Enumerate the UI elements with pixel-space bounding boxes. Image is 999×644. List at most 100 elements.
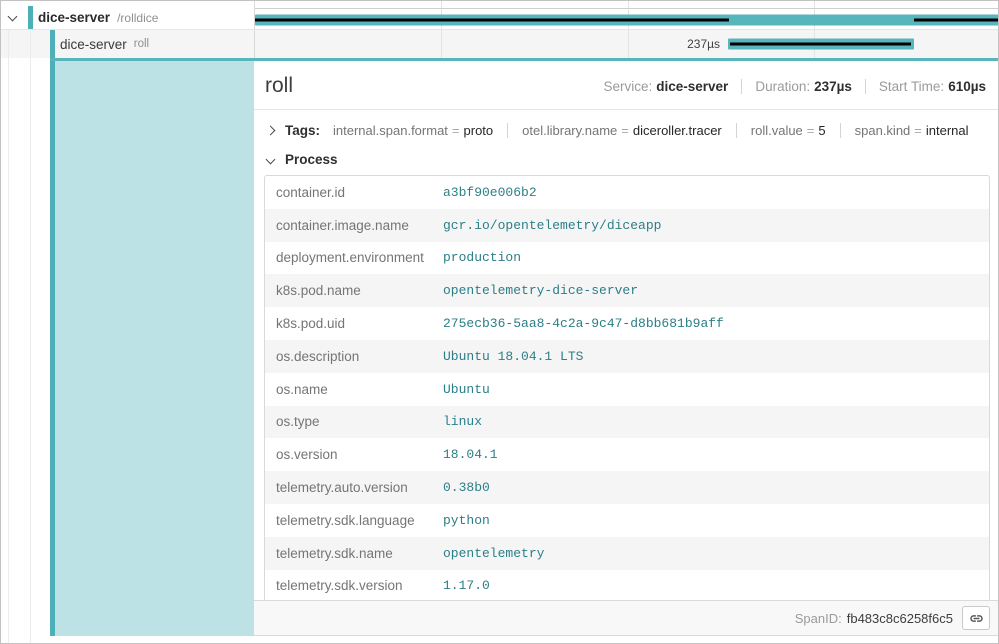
- process-label: Process: [285, 152, 338, 167]
- process-table-row: deployment.environment production: [265, 242, 989, 275]
- span-id-value: fb483c8c6258f6c5: [847, 611, 953, 626]
- process-table-row: os.type linux: [265, 406, 989, 439]
- process-key: os.version: [265, 438, 435, 471]
- indent-guide-line: [30, 30, 31, 644]
- tag-item: otel.library.name=diceroller.tracer: [507, 123, 722, 138]
- tag-item: internal.span.format=proto: [333, 123, 493, 138]
- process-accordion-header[interactable]: Process: [254, 138, 999, 167]
- process-value: Ubuntu: [435, 373, 989, 406]
- selected-span-color-column: [55, 61, 254, 636]
- process-key: os.name: [265, 373, 435, 406]
- process-key: k8s.pod.uid: [265, 307, 435, 340]
- process-key: telemetry.sdk.language: [265, 504, 435, 537]
- process-value: 0.38b0: [435, 471, 989, 504]
- process-table-row: os.name Ubuntu: [265, 373, 989, 406]
- process-value: 275ecb36-5aa8-4c2a-9c47-d8bb681b9aff: [435, 307, 989, 340]
- tag-key: roll.value: [751, 123, 803, 138]
- operation-name: /rolldice: [117, 11, 158, 25]
- chevron-down-icon[interactable]: [8, 12, 18, 22]
- process-value: 1.17.0: [435, 570, 989, 603]
- link-icon: [969, 611, 984, 626]
- process-table-row: telemetry.sdk.version 1.17.0: [265, 570, 989, 603]
- timeline-ruler: [255, 1, 999, 9]
- tag-equals: =: [803, 123, 819, 138]
- tag-equals: =: [617, 123, 633, 138]
- tag-equals: =: [910, 123, 926, 138]
- span-row-rolldice[interactable]: dice-server /rolldice: [1, 6, 254, 29]
- overview-item: Start Time: 610µs: [865, 79, 986, 94]
- row-divider: [1, 29, 999, 30]
- tag-value: proto: [464, 123, 494, 138]
- tag-value: internal: [926, 123, 969, 138]
- overview-value: 237µs: [814, 79, 852, 94]
- tag-key: otel.library.name: [522, 123, 617, 138]
- process-key: deployment.environment: [265, 242, 435, 275]
- indent-guide-line: [8, 30, 9, 644]
- chevron-down-icon[interactable]: [266, 155, 276, 165]
- span-title: roll: [265, 73, 293, 99]
- timeline-row-rolldice[interactable]: [255, 9, 999, 30]
- tag-item: roll.value=5: [736, 123, 826, 138]
- span-duration-label: 237µs: [687, 37, 720, 51]
- process-table-row: os.version 18.04.1: [265, 438, 989, 471]
- process-table-row: container.image.name gcr.io/opentelemetr…: [265, 209, 989, 242]
- overview-label: Duration:: [755, 79, 810, 94]
- span-id-label: SpanID:: [795, 611, 842, 626]
- process-key: k8s.pod.name: [265, 274, 435, 307]
- process-key: os.description: [265, 340, 435, 373]
- process-table-row: k8s.pod.name opentelemetry-dice-server: [265, 274, 989, 307]
- span-overview: Service: dice-server Duration: 237µs Start…: [603, 79, 986, 94]
- process-key: telemetry.sdk.version: [265, 570, 435, 603]
- process-value: Ubuntu 18.04.1 LTS: [435, 340, 989, 373]
- overview-item: Duration: 237µs: [741, 79, 852, 94]
- critical-path-segment: [914, 18, 999, 21]
- tag-item: span.kind=internal: [840, 123, 969, 138]
- tag-equals: =: [448, 123, 464, 138]
- process-table: container.id a3bf90e006b2 container.imag…: [264, 175, 990, 603]
- copy-link-button[interactable]: [962, 606, 990, 630]
- span-detail-header: roll Service: dice-server Duration: 237µs …: [254, 61, 999, 110]
- process-value: python: [435, 504, 989, 537]
- process-value: 18.04.1: [435, 438, 989, 471]
- overview-value: 610µs: [948, 79, 986, 94]
- tags-label: Tags:: [285, 123, 320, 138]
- tag-key: span.kind: [855, 123, 911, 138]
- span-detail-panel: roll Service: dice-server Duration: 237µs …: [254, 61, 999, 636]
- operation-name: roll: [134, 38, 149, 50]
- overview-value: dice-server: [656, 79, 728, 94]
- process-table-row: telemetry.sdk.name opentelemetry: [265, 537, 989, 570]
- critical-path-segment: [730, 43, 911, 46]
- tag-list: internal.span.format=proto otel.library.…: [333, 123, 969, 138]
- jaeger-trace-detail-view: 237µs dice-server /rolldice dice-server …: [0, 0, 999, 644]
- process-key: telemetry.sdk.name: [265, 537, 435, 570]
- process-value: linux: [435, 406, 989, 439]
- process-value: opentelemetry: [435, 537, 989, 570]
- process-value: production: [435, 242, 989, 275]
- process-value: opentelemetry-dice-server: [435, 274, 989, 307]
- tag-value: diceroller.tracer: [633, 123, 722, 138]
- critical-path-segment: [255, 18, 729, 21]
- process-value: a3bf90e006b2: [435, 176, 989, 209]
- process-table-body: container.id a3bf90e006b2 container.imag…: [265, 176, 989, 602]
- tags-accordion-header[interactable]: Tags: internal.span.format=proto otel.li…: [254, 110, 999, 138]
- process-table-row: telemetry.sdk.language python: [265, 504, 989, 537]
- span-detail-footer: SpanID: fb483c8c6258f6c5: [254, 600, 999, 636]
- span-row-roll[interactable]: dice-server roll: [1, 30, 254, 58]
- process-table-row: os.description Ubuntu 18.04.1 LTS: [265, 340, 989, 373]
- service-name: dice-server: [38, 10, 110, 25]
- process-value: gcr.io/opentelemetry/diceapp: [435, 209, 989, 242]
- service-color-accent: [28, 6, 33, 29]
- overview-item: Service: dice-server: [603, 79, 728, 94]
- process-key: telemetry.auto.version: [265, 471, 435, 504]
- overview-label: Service:: [603, 79, 652, 94]
- process-key: container.image.name: [265, 209, 435, 242]
- process-table-row: k8s.pod.uid 275ecb36-5aa8-4c2a-9c47-d8bb…: [265, 307, 989, 340]
- process-table-row: container.id a3bf90e006b2: [265, 176, 989, 209]
- service-name: dice-server: [60, 37, 127, 52]
- process-key: os.type: [265, 406, 435, 439]
- chevron-right-icon[interactable]: [266, 126, 276, 136]
- timeline-row-roll[interactable]: 237µs: [255, 30, 999, 58]
- process-table-row: telemetry.auto.version 0.38b0: [265, 471, 989, 504]
- overview-label: Start Time:: [879, 79, 944, 94]
- tag-value: 5: [818, 123, 825, 138]
